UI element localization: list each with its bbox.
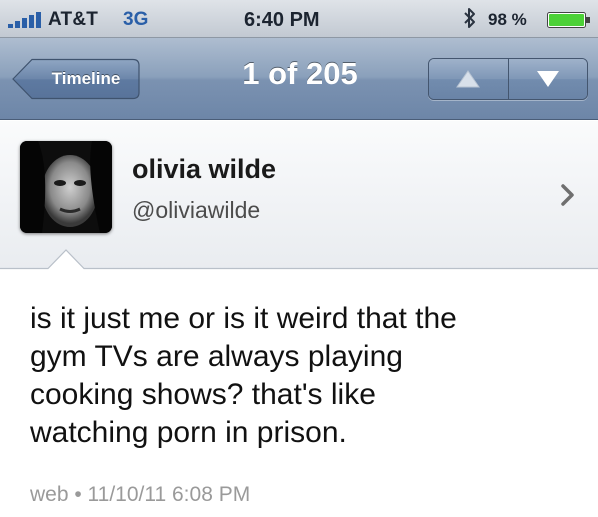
tweet-text: is it just me or is it weird that the gy… [30,300,590,452]
display-name: olivia wilde [132,154,277,184]
tweet-line: gym TVs are always playing [30,340,403,373]
avatar[interactable] [20,141,112,233]
battery-icon [547,12,590,28]
back-button-label: Timeline [51,69,121,88]
previous-tweet-button[interactable] [429,59,508,99]
profile-photo-icon [20,141,112,233]
tweet-callout-divider [0,249,598,271]
status-bar: AT&T 3G 6:40 PM 98 % [0,0,598,38]
clock-time: 6:40 PM [244,9,320,31]
page-title: 1 of 205 [242,56,358,91]
arrow-up-icon [456,70,481,88]
battery-percent: 98 % [488,10,527,29]
timeline-back-button[interactable]: Timeline [12,58,140,100]
next-tweet-button[interactable] [507,59,587,99]
tweet-line: watching porn in prison. [30,416,347,449]
username: @oliviawilde [132,197,261,223]
tweet-line: cooking shows? that's like [30,378,376,411]
carrier-label: AT&T [48,9,99,30]
tweet-line: is it just me or is it weird that the [30,302,457,335]
chevron-right-icon [561,184,574,206]
signal-bars-icon [8,12,41,28]
tweet-timestamp: web • 11/10/11 6:08 PM [30,483,251,506]
arrow-down-icon [536,71,559,87]
network-type-label: 3G [123,9,149,30]
navigation-bar: Timeline 1 of 205 [0,38,598,120]
tweet-pager [428,58,588,100]
bluetooth-icon [464,8,475,28]
